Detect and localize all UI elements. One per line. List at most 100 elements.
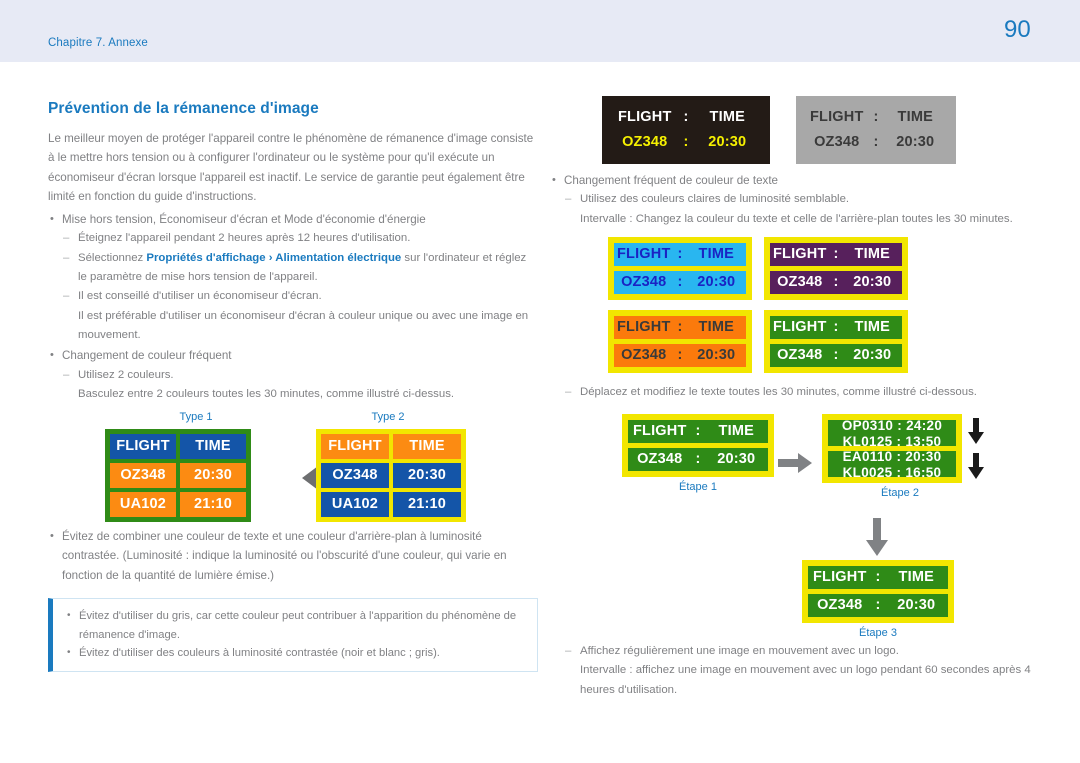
sub-bullet-text: Déplacez et modifiez le texte toutes les… bbox=[580, 386, 977, 398]
note-list: Évitez d'utiliser du gris, car cette cou… bbox=[63, 607, 525, 663]
board-data-cell: OZ348 bbox=[621, 346, 667, 363]
board-colon: : bbox=[875, 569, 881, 586]
board-header-cell: TIME bbox=[698, 245, 734, 262]
step3-label: Étape 3 bbox=[859, 627, 897, 640]
green-board: FLIGHT: TIME OZ348:20:30 bbox=[764, 309, 908, 373]
list-item: Déplacez et modifiez le texte toutes les… bbox=[564, 383, 1050, 402]
list-item: Sélectionnez Propriétés d'affichage › Al… bbox=[62, 249, 538, 288]
bullet-list-move-text: Déplacez et modifiez le texte toutes les… bbox=[550, 383, 1050, 402]
board-data-cell: OZ348 bbox=[621, 273, 667, 290]
bullet-text: Changement fréquent de couleur de texte bbox=[564, 174, 778, 187]
scroll-pane-1: OP0310 : 24:20 KL0125 : 13:50 bbox=[828, 420, 956, 447]
board-data-cell: 20:30 bbox=[708, 134, 747, 150]
chapter-label: Chapitre 7. Annexe bbox=[48, 37, 148, 49]
board-colon: : bbox=[677, 273, 683, 290]
bullet-text: Mise hors tension, Économiseur d'écran e… bbox=[62, 213, 426, 226]
bullet-text: Évitez de combiner une couleur de texte … bbox=[62, 530, 507, 582]
note-text: Évitez d'utiliser des couleurs à luminos… bbox=[79, 647, 440, 659]
board-colon: : bbox=[873, 109, 879, 125]
sub-bullet-list: Éteignez l'appareil pendant 2 heures apr… bbox=[62, 229, 538, 345]
sub-bullet-text: Utilisez des couleurs claires de luminos… bbox=[580, 193, 849, 205]
note-callout-box: Évitez d'utiliser du gris, car cette cou… bbox=[48, 598, 538, 672]
board-colon: : bbox=[677, 245, 683, 262]
sub-bullet-continuation: Il est préférable d'utiliser un économis… bbox=[78, 309, 529, 341]
bullet-list-text-color: Changement fréquent de couleur de texte … bbox=[550, 171, 1050, 229]
left-column: Prévention de la rémanence d'image Le me… bbox=[48, 100, 538, 672]
board-header-row: FLIGHT: TIME bbox=[614, 242, 746, 266]
board-header-row: FLIGHT: TIME bbox=[770, 315, 902, 339]
scroll-pane-2: EA0110 : 20:30 KL0025 : 16:50 bbox=[828, 451, 956, 478]
board-header-cell: FLIGHT bbox=[809, 109, 864, 125]
board-header-cell: TIME bbox=[698, 318, 734, 335]
right-column: FLIGHT: TIME OZ348:20:30 FLIGHT: TIME OZ348:… bbox=[550, 96, 1050, 701]
board-data-cell: 20:30 bbox=[393, 463, 461, 489]
board-header-row: FLIGHT: TIME bbox=[614, 315, 746, 339]
step1-flight-board: FLIGHT: TIME OZ348:20:30 bbox=[622, 414, 774, 478]
display-properties-link[interactable]: Propriétés d'affichage bbox=[146, 252, 265, 264]
board-colon: : bbox=[695, 423, 701, 440]
sub-bullet-continuation: Intervalle : affichez une image en mouve… bbox=[580, 664, 1031, 696]
board-data-cell: 20:30 bbox=[697, 346, 736, 363]
board-data-row: OZ348:20:30 bbox=[804, 131, 948, 154]
scroll-line-top: EA0110 : 20:30 bbox=[842, 451, 942, 465]
scroll-line-top: OP0310 : 24:20 bbox=[841, 420, 943, 434]
step2-scrolling-board: OP0310 : 24:20 KL0125 : 13:50 EA0110 : 2… bbox=[822, 414, 962, 484]
list-item: Affichez régulièrement une image en mouv… bbox=[550, 642, 1050, 700]
sub-bullet-list: Utilisez des couleurs claires de luminos… bbox=[564, 190, 1050, 229]
steps-figure: FLIGHT: TIME OZ348:20:30 Étape 1 OP0310 : … bbox=[550, 408, 1050, 639]
board-row: OZ348 20:30 bbox=[110, 463, 246, 489]
board-data-cell: 20:30 bbox=[180, 463, 246, 489]
type1-label: Type 1 bbox=[179, 411, 213, 424]
scroll-down-arrows bbox=[968, 414, 984, 483]
board-data-cell: 20:30 bbox=[896, 134, 935, 150]
board-header-cell: TIME bbox=[180, 434, 246, 460]
board-data-cell: OZ348 bbox=[817, 597, 863, 614]
board-header-cell: TIME bbox=[718, 423, 754, 440]
board-data-row: OZ348: 20:30 bbox=[610, 131, 762, 154]
board-data-row: OZ348:20:30 bbox=[770, 343, 902, 367]
list-item: Évitez d'utiliser des couleurs à luminos… bbox=[63, 644, 525, 663]
board-row: UA102 21:10 bbox=[321, 492, 461, 518]
power-supply-link[interactable]: Alimentation électrique bbox=[275, 252, 401, 264]
board-data-cell: OZ348 bbox=[637, 451, 683, 468]
board-row: UA102 21:10 bbox=[110, 492, 246, 518]
sub-bullet-prefix: Sélectionnez bbox=[78, 251, 147, 264]
list-item: Déplacez et modifiez le texte toutes les… bbox=[550, 383, 1050, 402]
type-comparison-figure: Type 1 Type 2 FLIGHT TIME OZ348 20:30 UA102 2… bbox=[48, 411, 538, 523]
sub-bullet-continuation: Intervalle : Changez la couleur du texte… bbox=[580, 212, 1013, 225]
list-item: Éteignez l'appareil pendant 2 heures apr… bbox=[62, 229, 538, 248]
board-data-cell: 20:30 bbox=[853, 346, 892, 363]
board-data-row: OZ348:20:30 bbox=[614, 343, 746, 367]
board-colon: : bbox=[875, 597, 881, 614]
board-data-row: OZ348:20:30 bbox=[628, 448, 768, 472]
page-header-band: Chapitre 7. Annexe 90 bbox=[0, 0, 1080, 62]
cyan-board: FLIGHT: TIME OZ348:20:30 bbox=[608, 236, 752, 300]
board-header-row: FLIGHT: TIME bbox=[804, 106, 948, 129]
board-header-row: FLIGHT: TIME bbox=[610, 106, 762, 129]
board-data-cell: 21:10 bbox=[393, 492, 461, 518]
sub-bullet-continuation: Basculez entre 2 couleurs toutes les 30 … bbox=[78, 387, 455, 400]
scroll-down-arrow-icon bbox=[968, 418, 984, 445]
step1-group: FLIGHT: TIME OZ348:20:30 Étape 1 bbox=[622, 414, 774, 493]
board-data-cell: UA102 bbox=[321, 492, 389, 518]
page-title: Prévention de la rémanence d'image bbox=[48, 100, 319, 117]
board-header-cell: FLIGHT bbox=[110, 434, 176, 460]
scroll-down-arrow-icon bbox=[968, 452, 984, 479]
sub-bullet-text: Affichez régulièrement une image en mouv… bbox=[580, 645, 899, 657]
board-colon: : bbox=[695, 451, 701, 468]
sub-bullet-text: Éteignez l'appareil pendant 2 heures apr… bbox=[78, 232, 410, 244]
top-boards-row: FLIGHT: TIME OZ348: 20:30 FLIGHT: TIME OZ348:… bbox=[602, 96, 1050, 164]
board-header-cell: FLIGHT bbox=[632, 423, 687, 440]
board-colon: : bbox=[677, 346, 683, 363]
board-row: FLIGHT TIME bbox=[321, 434, 461, 460]
board-header-cell: TIME bbox=[854, 318, 890, 335]
step3-group: FLIGHT: TIME OZ348:20:30 Étape 3 bbox=[802, 560, 954, 639]
step1-label: Étape 1 bbox=[679, 481, 717, 494]
board-header-cell: FLIGHT bbox=[772, 318, 827, 335]
board-data-cell: OZ348 bbox=[622, 134, 668, 150]
board-data-cell: OZ348 bbox=[777, 273, 823, 290]
dark-flight-board: FLIGHT: TIME OZ348: 20:30 bbox=[602, 96, 770, 164]
board-colon: : bbox=[683, 134, 689, 150]
board-colon: : bbox=[833, 318, 839, 335]
board-data-row: OZ348:20:30 bbox=[614, 270, 746, 294]
